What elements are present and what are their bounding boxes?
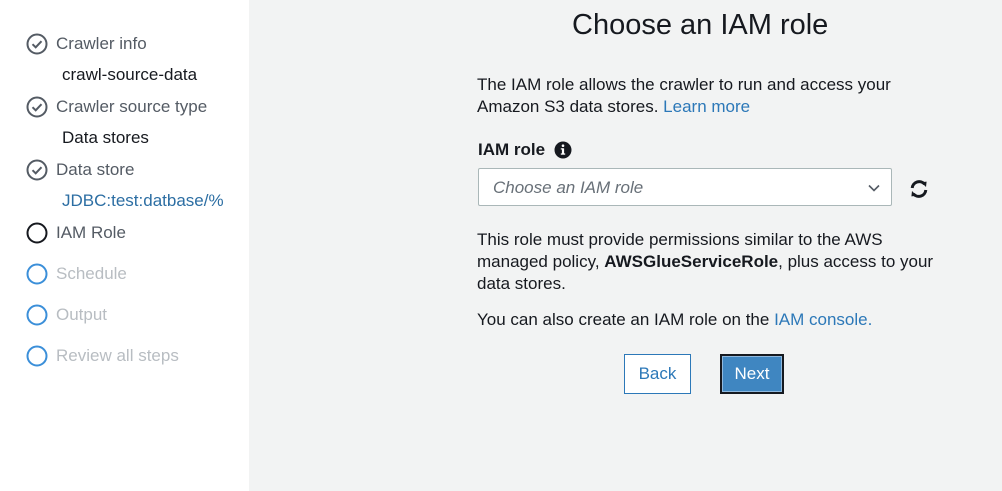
check-circle-icon bbox=[26, 33, 48, 55]
step-label: Schedule bbox=[56, 264, 127, 283]
circle-icon bbox=[26, 304, 48, 326]
step-output: Output bbox=[26, 304, 107, 326]
policy-paragraph: This role must provide permissions simil… bbox=[477, 229, 947, 295]
info-icon[interactable] bbox=[554, 141, 572, 159]
policy-name: AWSGlueServiceRole bbox=[604, 252, 779, 271]
iam-role-field-label: IAM role bbox=[478, 140, 572, 160]
step-crawler-info[interactable]: Crawler info bbox=[26, 33, 147, 55]
step-label: Data store bbox=[56, 160, 135, 179]
select-placeholder: Choose an IAM role bbox=[493, 178, 644, 197]
chevron-down-icon bbox=[868, 184, 880, 192]
step-label: Crawler info bbox=[56, 34, 147, 53]
intro-paragraph: The IAM role allows the crawler to run a… bbox=[477, 74, 947, 118]
console-text: You can also create an IAM role on the bbox=[477, 310, 770, 329]
step-detail: crawl-source-data bbox=[62, 65, 198, 84]
step-crawler-source-type[interactable]: Crawler source type bbox=[26, 96, 207, 118]
step-label: Output bbox=[56, 305, 108, 324]
learn-more-link[interactable]: Learn more bbox=[663, 97, 750, 116]
circle-icon bbox=[26, 222, 48, 244]
next-button[interactable]: Next bbox=[720, 354, 784, 394]
step-data-store[interactable]: Data store bbox=[26, 159, 134, 181]
circle-icon bbox=[26, 345, 48, 367]
step-review-all-steps: Review all steps bbox=[26, 345, 179, 367]
check-circle-icon bbox=[26, 159, 48, 181]
console-paragraph: You can also create an IAM role on the I… bbox=[477, 309, 947, 331]
check-circle-icon bbox=[26, 96, 48, 118]
step-label: IAM Role bbox=[56, 223, 126, 242]
wizard-sidebar: Crawler info crawl-source-data Crawler s… bbox=[0, 0, 249, 491]
step-detail-link[interactable]: JDBC:test:datbase/% bbox=[62, 191, 224, 211]
refresh-icon[interactable] bbox=[909, 179, 929, 199]
circle-icon bbox=[26, 263, 48, 285]
step-iam-role: IAM Role bbox=[26, 222, 126, 244]
back-button[interactable]: Back bbox=[624, 354, 691, 394]
step-schedule: Schedule bbox=[26, 263, 127, 285]
step-label: Review all steps bbox=[56, 346, 179, 365]
iam-role-select[interactable]: Choose an IAM role bbox=[478, 168, 892, 206]
page-title: Choose an IAM role bbox=[572, 9, 829, 41]
step-detail: Data stores bbox=[62, 128, 149, 147]
step-label: Crawler source type bbox=[56, 97, 208, 116]
iam-console-link[interactable]: IAM console. bbox=[774, 310, 872, 329]
field-label-text: IAM role bbox=[478, 140, 546, 159]
